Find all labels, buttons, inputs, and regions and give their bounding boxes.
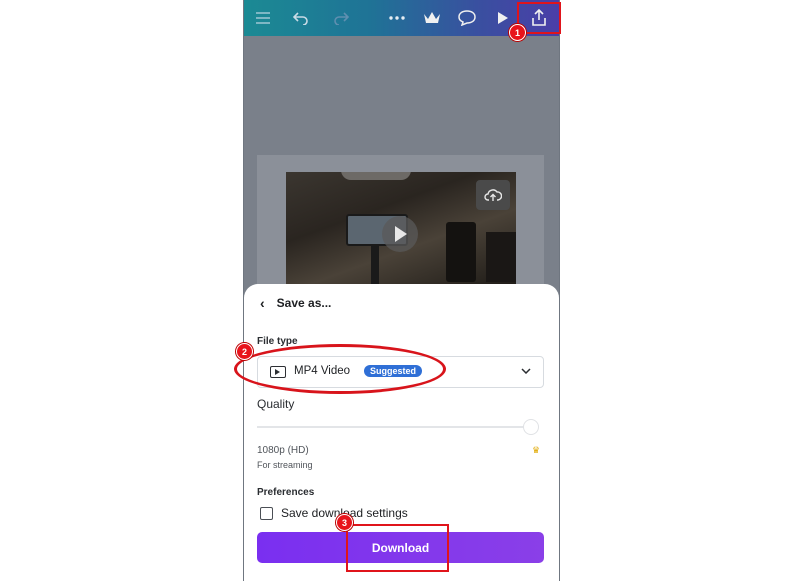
undo-icon[interactable] <box>290 7 312 29</box>
quality-slider[interactable] <box>257 419 539 435</box>
thumbnail-lamp <box>341 172 411 180</box>
save-settings-checkbox[interactable] <box>260 506 273 520</box>
comment-icon[interactable] <box>456 7 478 29</box>
phone-screen: ‹ Save as... File type MP4 Video Suggest… <box>243 0 560 581</box>
step-marker-2: 2 <box>236 343 253 360</box>
preferences-label: Preferences <box>257 487 315 498</box>
cloud-upload-icon[interactable] <box>476 180 510 210</box>
step-marker-1: 1 <box>509 24 526 41</box>
redo-icon[interactable] <box>330 7 352 29</box>
back-chevron-icon[interactable]: ‹ <box>260 295 265 311</box>
thumbnail-chair <box>446 222 476 282</box>
quality-label: Quality <box>257 397 295 411</box>
resolution-note: For streaming <box>257 460 313 470</box>
sheet-title: Save as... <box>276 296 332 310</box>
thumbnail-chair <box>486 232 516 282</box>
video-play-icon[interactable] <box>382 216 418 252</box>
file-type-highlight-oval <box>234 344 446 394</box>
download-highlight-box <box>346 524 449 572</box>
chevron-down-icon[interactable] <box>521 365 531 377</box>
sheet-header: ‹ Save as... <box>260 295 331 311</box>
step-marker-3: 3 <box>336 514 353 531</box>
quality-slider-handle[interactable] <box>523 419 539 435</box>
more-icon[interactable] <box>386 7 408 29</box>
file-type-label: File type <box>257 336 298 347</box>
crown-icon[interactable] <box>421 7 443 29</box>
pro-crown-icon: ♛ <box>532 445 541 455</box>
save-settings-row[interactable]: Save download settings <box>260 506 408 520</box>
menu-icon[interactable] <box>252 7 274 29</box>
resolution-text: 1080p (HD) <box>257 445 309 456</box>
thumbnail-stand <box>371 240 379 290</box>
